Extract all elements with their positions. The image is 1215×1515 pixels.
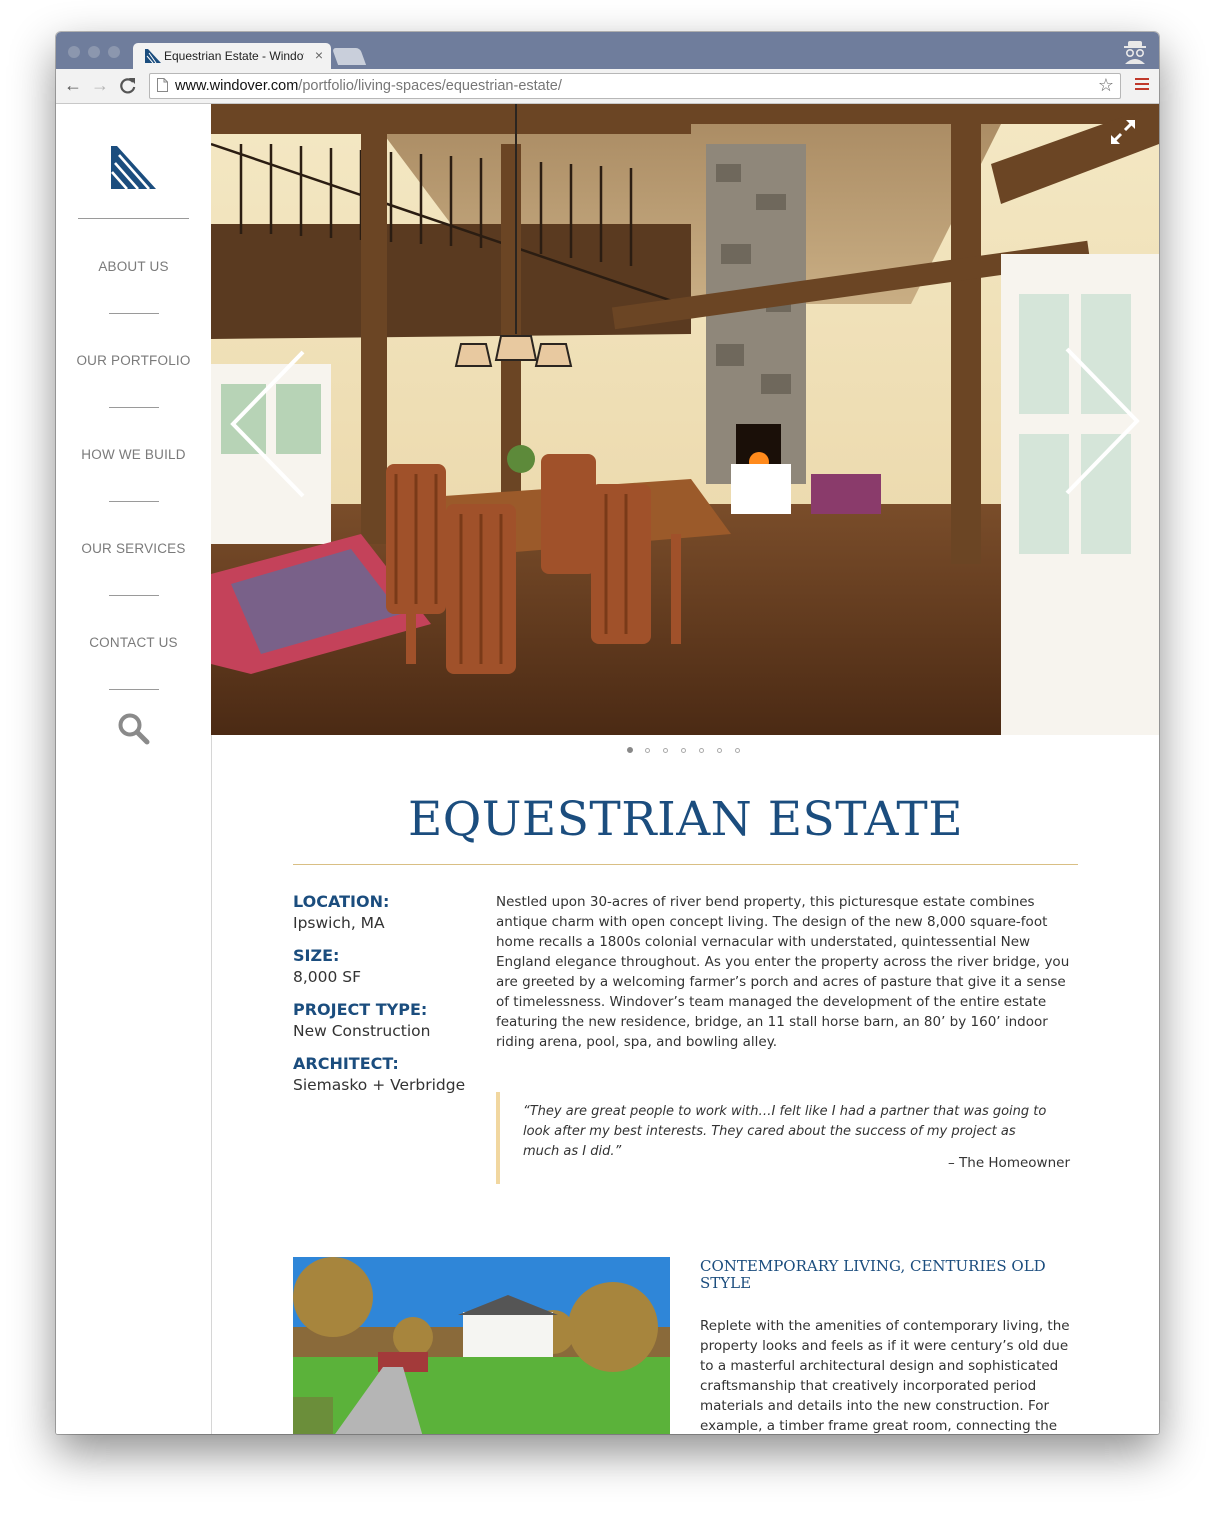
tab-close-button[interactable]: × [315,47,323,63]
bookmark-star-icon[interactable]: ☆ [1098,75,1114,96]
tab-bar: Equestrian Estate - Windover × [56,32,1159,69]
spec-location-value: Ipswich, MA [293,914,385,932]
section-body: Replete with the amenities of contempora… [700,1318,1070,1434]
spec-project-type-label: PROJECT TYPE: [293,1000,428,1019]
title-divider [293,864,1078,865]
forward-button[interactable]: → [90,75,110,96]
close-window-button[interactable] [68,46,80,58]
slide-dot[interactable] [645,748,650,753]
hero-image [211,104,1159,735]
incognito-icon [1124,41,1146,64]
nav-our-portfolio[interactable]: OUR PORTFOLIO [56,353,211,368]
testimonial-attribution: – The Homeowner [947,1155,1070,1171]
tab-active[interactable]: Equestrian Estate - Windover × [133,43,331,69]
section-heading: CONTEMPORARY LIVING, CENTURIES OLD STYLE [700,1257,1046,1292]
slide-dot[interactable] [699,748,704,753]
slide-dot[interactable] [717,748,722,753]
nav-divider [109,407,159,408]
project-description: Nestled upon 30-acres of river bend prop… [496,894,1070,1050]
spec-location-label: LOCATION: [293,892,390,911]
spec-size-label: SIZE: [293,946,340,965]
browser-window: Equestrian Estate - Windover × ← → www.w… [56,32,1159,1434]
page-title: EQUESTRIAN ESTATE [407,792,964,847]
spec-architect-label: ARCHITECT: [293,1054,399,1073]
windover-favicon-icon [145,49,161,63]
slide-dot[interactable] [735,748,740,753]
reload-icon[interactable] [119,77,137,95]
slide-dot[interactable] [663,748,668,753]
url-host: www.windover.com [175,78,299,94]
zoom-window-button[interactable] [108,46,120,58]
page-icon [157,78,168,92]
fullscreen-expand-icon[interactable] [1109,118,1137,146]
nav-contact-us[interactable]: CONTACT US [56,635,211,650]
url-text: www.windover.com/portfolio/living-spaces… [175,78,562,94]
spec-size-value: 8,000 SF [293,968,362,986]
logo-divider [78,218,189,219]
browser-toolbar: ← → www.windover.com/portfolio/living-sp… [56,69,1159,104]
nav-divider [109,501,159,502]
nav-about-us[interactable]: ABOUT US [56,259,211,274]
hero-slideshow[interactable] [211,104,1159,735]
page-content: ABOUT US OUR PORTFOLIO HOW WE BUILD OUR … [56,104,1159,1434]
address-bar[interactable]: www.windover.com/portfolio/living-spaces… [149,73,1121,99]
search-icon[interactable] [117,712,151,746]
testimonial: “They are great people to work with…I fe… [496,1092,1070,1184]
back-button[interactable]: ← [63,75,83,96]
nav-how-we-build[interactable]: HOW WE BUILD [56,447,211,462]
new-tab-button[interactable] [331,48,367,65]
nav-divider [109,595,159,596]
spec-architect-value: Siemasko + Verbridge [293,1076,466,1094]
nav-divider [109,689,159,690]
browser-menu-icon[interactable] [1135,78,1149,93]
windover-logo[interactable] [111,146,156,189]
spec-project-type-value: New Construction [293,1022,431,1040]
slide-indicator [211,744,1159,758]
next-slide-arrow-icon[interactable] [1063,347,1143,495]
previous-slide-arrow-icon[interactable] [227,350,307,498]
tab-title: Equestrian Estate - Windover [164,49,304,63]
nav-our-services[interactable]: OUR SERVICES [56,541,211,556]
minimize-window-button[interactable] [88,46,100,58]
sidebar: ABOUT US OUR PORTFOLIO HOW WE BUILD OUR … [56,104,212,1434]
estate-exterior-photo [293,1257,670,1434]
slide-dot[interactable] [681,748,686,753]
estate-exterior-image [293,1257,670,1434]
slide-dot[interactable] [627,747,633,753]
testimonial-quote: “They are great people to work with…I fe… [523,1104,1047,1159]
nav-divider [109,313,159,314]
url-path: /portfolio/living-spaces/equestrian-esta… [298,78,562,94]
